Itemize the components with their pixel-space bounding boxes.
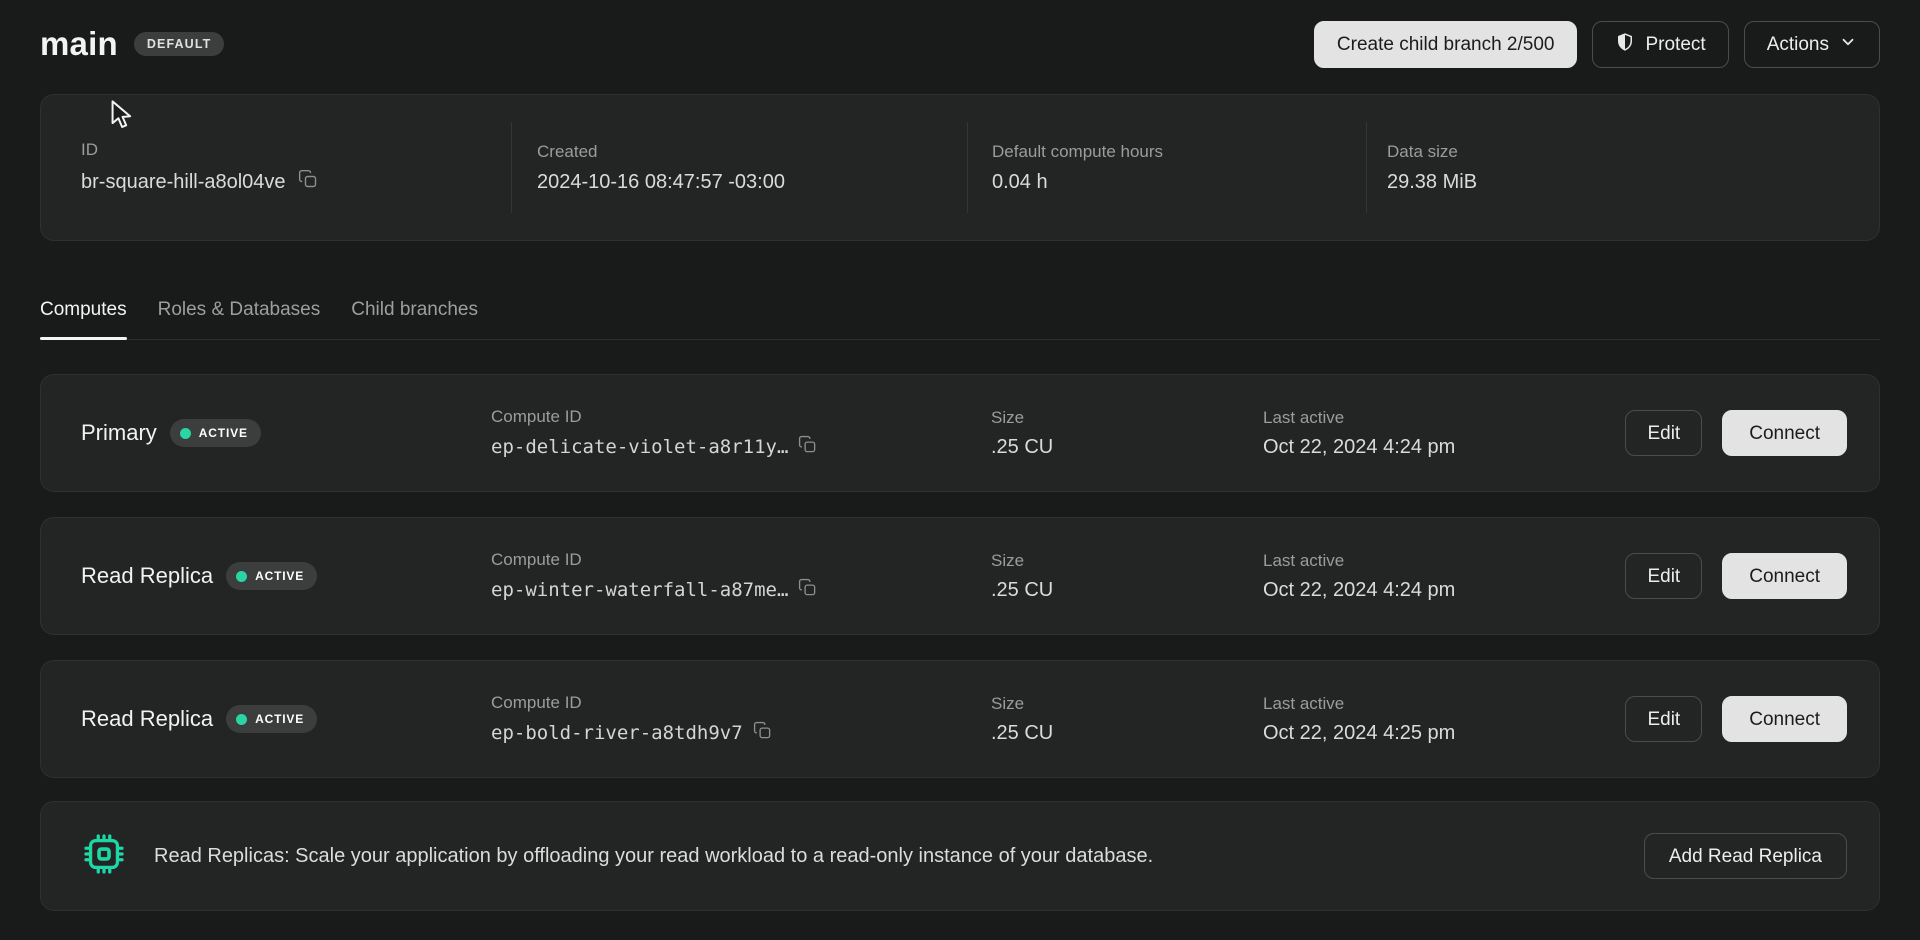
computes-list: Primary ACTIVE Compute ID ep-delicate-vi… xyxy=(40,374,1880,911)
compute-name: Read Replica xyxy=(81,706,213,732)
meta-compute-hours: Default compute hours 0.04 h xyxy=(967,122,1366,213)
compute-id-label: Compute ID xyxy=(491,407,991,427)
status-dot-icon xyxy=(180,428,191,439)
edit-button[interactable]: Edit xyxy=(1625,696,1702,742)
last-active-value: Oct 22, 2024 4:24 pm xyxy=(1263,579,1625,602)
compute-name: Primary xyxy=(81,420,157,446)
status-label: ACTIVE xyxy=(255,569,304,583)
meta-compute-hours-value: 0.04 h xyxy=(992,171,1366,194)
compute-row-read-replica-1: Read Replica ACTIVE Compute ID ep-winter… xyxy=(40,517,1880,635)
status-label: ACTIVE xyxy=(255,712,304,726)
compute-row-primary: Primary ACTIVE Compute ID ep-delicate-vi… xyxy=(40,374,1880,492)
size-label: Size xyxy=(991,694,1263,714)
protect-label: Protect xyxy=(1645,35,1705,54)
copy-icon[interactable] xyxy=(798,578,817,602)
compute-id-value: ep-winter-waterfall-a87me… xyxy=(491,579,788,601)
edit-button[interactable]: Edit xyxy=(1625,553,1702,599)
compute-row-read-replica-2: Read Replica ACTIVE Compute ID ep-bold-r… xyxy=(40,660,1880,778)
actions-label: Actions xyxy=(1767,35,1829,54)
copy-icon[interactable] xyxy=(798,435,817,459)
tab-bar: Computes Roles & Databases Child branche… xyxy=(40,299,1880,340)
compute-id-value: ep-bold-river-a8tdh9v7 xyxy=(491,722,743,744)
header-actions: Create child branch 2/500 Protect Action… xyxy=(1314,21,1880,68)
tab-child-branches[interactable]: Child branches xyxy=(351,299,478,339)
size-value: .25 CU xyxy=(991,722,1263,745)
last-active-label: Last active xyxy=(1263,694,1625,714)
copy-icon[interactable] xyxy=(298,169,318,195)
meta-created: Created 2024-10-16 08:47:57 -03:00 xyxy=(511,122,967,213)
status-dot-icon xyxy=(236,571,247,582)
status-badge: ACTIVE xyxy=(170,419,261,447)
meta-data-size-label: Data size xyxy=(1387,142,1839,162)
connect-button[interactable]: Connect xyxy=(1722,410,1847,456)
chevron-down-icon xyxy=(1839,33,1857,55)
compute-id-value: ep-delicate-violet-a8r11y… xyxy=(491,436,788,458)
connect-button[interactable]: Connect xyxy=(1722,696,1847,742)
size-value: .25 CU xyxy=(991,579,1263,602)
shield-icon xyxy=(1615,32,1635,56)
edit-button[interactable]: Edit xyxy=(1625,410,1702,456)
meta-id: ID br-square-hill-a8ol04ve xyxy=(81,122,511,213)
page-title: main xyxy=(40,25,118,63)
status-badge: ACTIVE xyxy=(226,705,317,733)
read-replica-description: Read Replicas: Scale your application by… xyxy=(154,845,1644,868)
size-label: Size xyxy=(991,551,1263,571)
size-label: Size xyxy=(991,408,1263,428)
last-active-label: Last active xyxy=(1263,408,1625,428)
connect-button[interactable]: Connect xyxy=(1722,553,1847,599)
create-child-branch-button[interactable]: Create child branch 2/500 xyxy=(1314,21,1578,68)
meta-compute-hours-label: Default compute hours xyxy=(992,142,1366,162)
branch-meta-card: ID br-square-hill-a8ol04ve Created 2024-… xyxy=(40,94,1880,241)
status-label: ACTIVE xyxy=(199,426,248,440)
last-active-value: Oct 22, 2024 4:25 pm xyxy=(1263,722,1625,745)
actions-button[interactable]: Actions xyxy=(1744,21,1880,68)
protect-button[interactable]: Protect xyxy=(1592,21,1728,68)
meta-data-size: Data size 29.38 MiB xyxy=(1366,122,1839,213)
last-active-label: Last active xyxy=(1263,551,1625,571)
header: main DEFAULT Create child branch 2/500 P… xyxy=(40,0,1880,82)
copy-icon[interactable] xyxy=(753,721,772,745)
meta-data-size-value: 29.38 MiB xyxy=(1387,171,1839,194)
compute-id-label: Compute ID xyxy=(491,693,991,713)
size-value: .25 CU xyxy=(991,436,1263,459)
cpu-chip-icon xyxy=(81,831,127,882)
default-badge: DEFAULT xyxy=(134,32,225,57)
read-replica-banner: Read Replicas: Scale your application by… xyxy=(40,801,1880,911)
meta-created-label: Created xyxy=(537,142,967,162)
add-read-replica-button[interactable]: Add Read Replica xyxy=(1644,833,1847,879)
meta-id-label: ID xyxy=(81,140,511,160)
status-badge: ACTIVE xyxy=(226,562,317,590)
compute-name: Read Replica xyxy=(81,563,213,589)
meta-id-value: br-square-hill-a8ol04ve xyxy=(81,171,286,194)
meta-created-value: 2024-10-16 08:47:57 -03:00 xyxy=(537,171,967,194)
compute-id-label: Compute ID xyxy=(491,550,991,570)
status-dot-icon xyxy=(236,714,247,725)
tab-computes[interactable]: Computes xyxy=(40,299,127,339)
last-active-value: Oct 22, 2024 4:24 pm xyxy=(1263,436,1625,459)
branch-title-group: main DEFAULT xyxy=(40,25,224,63)
tab-roles-databases[interactable]: Roles & Databases xyxy=(158,299,321,339)
